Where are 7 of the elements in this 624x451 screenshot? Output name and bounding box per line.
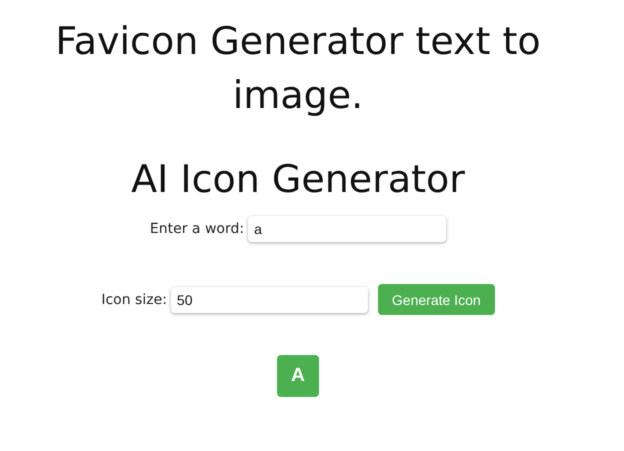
page-title: Favicon Generator text to image. xyxy=(54,18,542,119)
generated-icon: A xyxy=(277,355,319,397)
size-field[interactable]: 50 xyxy=(170,286,368,312)
word-label: Enter a word: xyxy=(150,221,244,237)
app-heading: AI Icon Generator xyxy=(131,156,465,203)
word-field[interactable]: a xyxy=(248,216,446,242)
size-label: Icon size: xyxy=(101,292,167,308)
